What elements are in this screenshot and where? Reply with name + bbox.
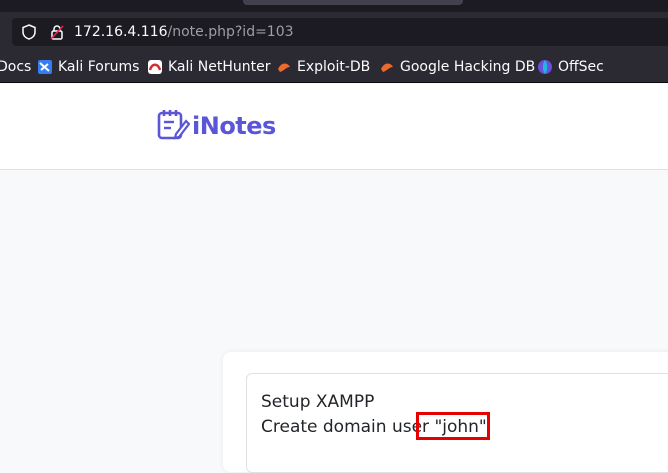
notepad-pencil-icon	[156, 107, 191, 145]
url-path: /note.php?id=103	[167, 24, 294, 40]
bookmark-label: Kali NetHunter	[168, 59, 271, 75]
logo-text: iNotes	[192, 112, 276, 140]
address-bar[interactable]: 172.16.4.116/note.php?id=103	[12, 18, 668, 46]
kali-forums-icon	[37, 59, 53, 75]
offsec-icon	[537, 59, 553, 75]
bookmark-offsec[interactable]: OffSec	[537, 57, 604, 77]
browser-toolbar: 172.16.4.116/note.php?id=103	[0, 12, 668, 51]
bookmark-google-hacking-db[interactable]: Google Hacking DB	[379, 57, 535, 77]
exploit-db-icon	[276, 59, 292, 75]
bookmark-kali-nethunter[interactable]: Kali NetHunter	[147, 57, 270, 77]
url-text[interactable]: 172.16.4.116/note.php?id=103	[74, 23, 294, 41]
bookmark-label: OffSec	[558, 59, 604, 75]
bookmark-kali-forums[interactable]: Kali Forums	[37, 57, 139, 77]
browser-tab[interactable]	[243, 0, 463, 5]
note-line-1: Setup XAMPP	[261, 392, 375, 412]
bookmark-label: Google Hacking DB	[400, 59, 536, 75]
bookmarks-bar: Docs Kali Forums Kali NetHunter Exploit-…	[0, 51, 668, 83]
bookmark-label: Kali Forums	[58, 59, 140, 75]
kali-nethunter-icon	[147, 59, 163, 75]
site-logo[interactable]: iNotes	[156, 108, 276, 144]
bookmark-exploit-db[interactable]: Exploit-DB	[276, 57, 370, 77]
bookmark-label: Docs	[0, 59, 32, 75]
url-host: 172.16.4.116	[74, 24, 168, 40]
annotation-highlight-box	[416, 412, 490, 440]
site-header: iNotes	[0, 84, 668, 170]
bookmark-label: Exploit-DB	[297, 59, 371, 75]
ghdb-icon	[379, 59, 395, 75]
bookmark-docs[interactable]: Docs	[0, 57, 31, 77]
shield-icon[interactable]	[20, 23, 38, 41]
lock-icon[interactable]	[48, 23, 66, 41]
browser-tab-strip	[0, 0, 668, 12]
